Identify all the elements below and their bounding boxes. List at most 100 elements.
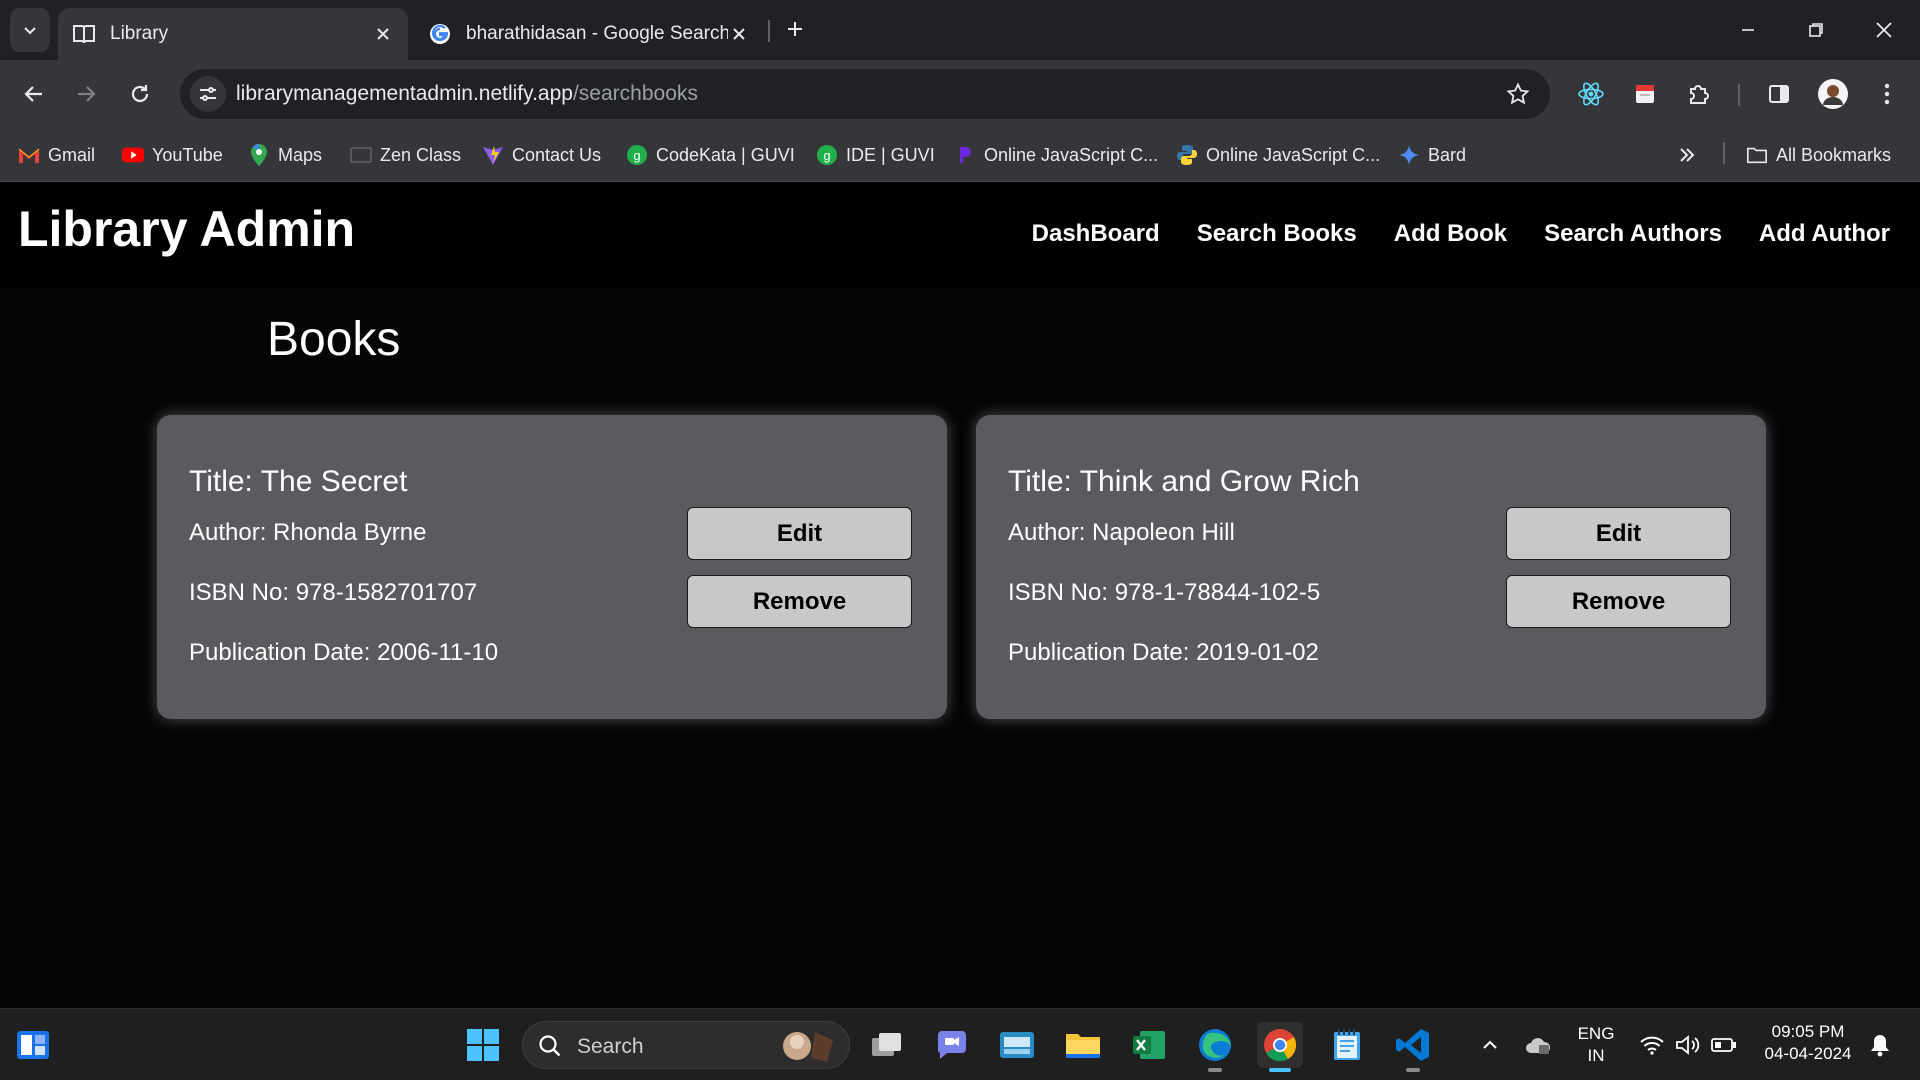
chrome-button[interactable]: [1257, 1022, 1303, 1072]
close-icon: [1876, 22, 1892, 38]
tab-google-search[interactable]: bharathidasan - Google Search: [414, 8, 764, 60]
browser-toolbar: librarymanagementadmin.netlify.app/searc…: [0, 60, 1920, 128]
bookmark-label: Zen Class: [380, 144, 462, 165]
bookmark-label: CodeKata | GUVI: [656, 144, 795, 165]
notepad-button[interactable]: [1324, 1022, 1370, 1068]
tab-library[interactable]: Library: [58, 8, 408, 60]
bookmark-codekata-guvi[interactable]: g CodeKata | GUVI: [626, 140, 795, 170]
windows-logo-icon: [467, 1029, 499, 1061]
page-title: Books: [267, 313, 401, 366]
remove-button[interactable]: Remove: [1506, 575, 1731, 628]
nav-search-authors[interactable]: Search Authors: [1544, 220, 1722, 248]
language-code: ENG: [1577, 1024, 1615, 1043]
taskbar: Search ENG IN 09:05 PM 04-04-2024: [0, 1008, 1920, 1080]
nav-dashboard[interactable]: DashBoard: [1032, 220, 1160, 248]
more-bookmarks-button[interactable]: [1678, 140, 1696, 170]
book-isbn: ISBN No: 978-1-78844-102-5: [1008, 579, 1321, 606]
widgets-button[interactable]: [10, 1022, 56, 1068]
bookmark-star-button[interactable]: [1504, 80, 1532, 108]
book-publication-date: Publication Date: 2006-11-10: [189, 639, 499, 666]
book-author: Author: Rhonda Byrne: [189, 519, 427, 546]
screenshot-extension[interactable]: [1628, 77, 1662, 111]
restore-button[interactable]: [1782, 0, 1850, 60]
tab-search-button[interactable]: [10, 8, 50, 52]
avatar-icon: [1818, 79, 1848, 109]
bookmark-ide-guvi[interactable]: g IDE | GUVI: [816, 140, 935, 170]
chrome-icon: [1264, 1029, 1297, 1062]
address-bar[interactable]: librarymanagementadmin.netlify.app/searc…: [180, 69, 1550, 119]
bookmark-online-js-compiler-python[interactable]: Online JavaScript C...: [1176, 140, 1380, 170]
folder-icon: [1746, 144, 1768, 166]
close-tab-icon[interactable]: [728, 23, 750, 45]
extensions-button[interactable]: [1682, 77, 1716, 111]
react-icon: [1578, 82, 1604, 106]
bookmarks-divider: [1723, 142, 1725, 164]
site-info-button[interactable]: [190, 76, 226, 112]
excel-icon: [1133, 1031, 1165, 1059]
volume-button[interactable]: [1674, 1031, 1702, 1059]
clock[interactable]: 09:05 PM 04-04-2024: [1756, 1021, 1860, 1065]
remove-button[interactable]: Remove: [687, 575, 912, 628]
widgets-icon: [17, 1031, 49, 1059]
touch-keyboard-app-button[interactable]: [994, 1022, 1040, 1068]
bookmark-maps[interactable]: Maps: [248, 140, 322, 170]
new-tab-button[interactable]: [780, 14, 810, 44]
folder-icon: [1066, 1034, 1100, 1058]
notifications-button[interactable]: [1866, 1031, 1894, 1059]
book-title: Title: The Secret: [189, 465, 408, 498]
region-code: IN: [1587, 1046, 1605, 1065]
double-chevron-right-icon: [1680, 148, 1695, 162]
guvi-icon: g: [626, 144, 648, 166]
edit-button[interactable]: Edit: [1506, 507, 1731, 560]
minimize-icon: [1742, 29, 1754, 31]
nav-add-author[interactable]: Add Author: [1759, 220, 1890, 248]
nav-add-book[interactable]: Add Book: [1394, 220, 1507, 248]
bookmark-gmail[interactable]: Gmail: [18, 140, 95, 170]
nav-search-books[interactable]: Search Books: [1197, 220, 1357, 248]
file-explorer-button[interactable]: [1060, 1022, 1106, 1068]
show-hidden-icons-button[interactable]: [1476, 1031, 1504, 1059]
back-button[interactable]: [14, 74, 54, 114]
bookmark-bard[interactable]: Bard: [1398, 140, 1466, 170]
vite-icon: [482, 144, 504, 166]
minimize-button[interactable]: [1714, 0, 1782, 60]
side-panel-button[interactable]: [1762, 77, 1796, 111]
close-tab-icon[interactable]: [372, 23, 394, 45]
teams-chat-button[interactable]: [929, 1022, 975, 1068]
bookmark-contact-us[interactable]: Contact Us: [482, 140, 601, 170]
bookmark-online-js-compiler[interactable]: Online JavaScript C...: [954, 140, 1158, 170]
forward-arrow-icon: [78, 86, 96, 102]
wifi-button[interactable]: [1638, 1031, 1666, 1059]
taskbar-search-label: Search: [577, 1035, 644, 1058]
browser-menu-button[interactable]: [1870, 77, 1904, 111]
forward-button[interactable]: [66, 74, 106, 114]
vscode-button[interactable]: [1390, 1022, 1436, 1072]
running-indicator: [1269, 1068, 1291, 1072]
profile-avatar[interactable]: [1816, 77, 1850, 111]
excel-button[interactable]: [1126, 1022, 1172, 1068]
edge-button[interactable]: [1192, 1022, 1238, 1072]
chevron-up-icon: [1483, 1040, 1497, 1049]
site-header: Library Admin DashBoard Search Books Add…: [0, 182, 1920, 288]
bookmark-youtube[interactable]: YouTube: [122, 140, 223, 170]
start-button[interactable]: [460, 1022, 506, 1068]
close-window-button[interactable]: [1850, 0, 1918, 60]
onecompiler-icon: [954, 144, 976, 166]
site-brand[interactable]: Library Admin: [18, 200, 355, 258]
tab-title: bharathidasan - Google Search: [466, 23, 728, 44]
onedrive-button[interactable]: [1524, 1031, 1552, 1059]
bookmarks-bar: Gmail YouTube Maps Zen Class Contact Us …: [0, 128, 1920, 182]
taskbar-search-box[interactable]: Search: [522, 1021, 850, 1069]
search-icon: [537, 1033, 563, 1064]
react-devtools-extension[interactable]: [1574, 77, 1608, 111]
input-language-indicator[interactable]: ENG IN: [1576, 1023, 1616, 1067]
all-bookmarks-folder[interactable]: All Bookmarks: [1746, 140, 1891, 170]
edit-button[interactable]: Edit: [687, 507, 912, 560]
bookmark-zen-class[interactable]: Zen Class: [350, 140, 461, 170]
url-text[interactable]: librarymanagementadmin.netlify.app/searc…: [236, 82, 698, 106]
task-view-button[interactable]: [864, 1022, 910, 1068]
reload-button[interactable]: [120, 74, 160, 114]
battery-button[interactable]: [1710, 1031, 1738, 1059]
bell-icon: [1871, 1035, 1889, 1057]
speaker-icon: [1676, 1035, 1700, 1055]
